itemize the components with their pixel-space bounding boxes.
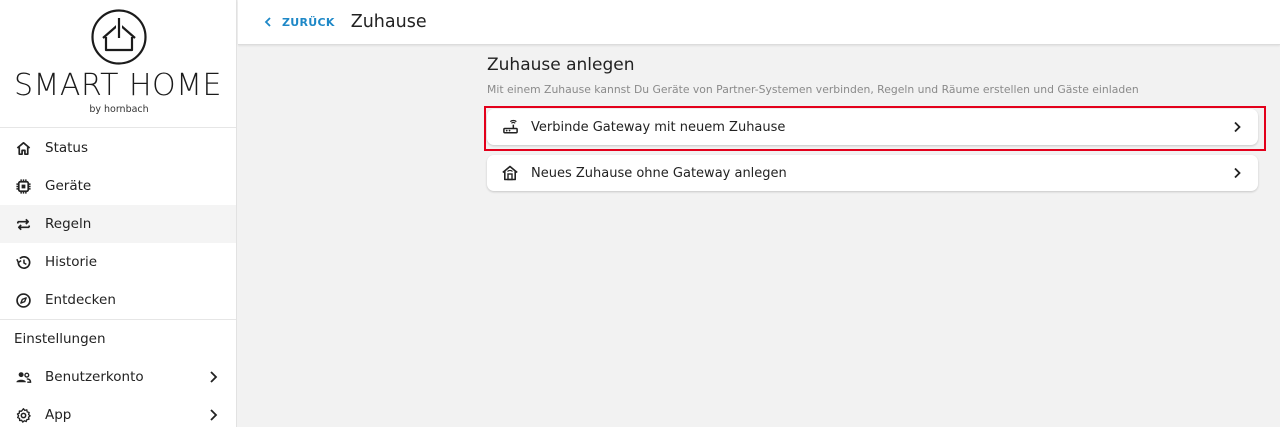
page-title: Zuhause (350, 12, 427, 32)
sidebar-item-app[interactable]: App (0, 396, 236, 427)
section-heading: Zuhause anlegen (487, 55, 635, 75)
sidebar-item-entdecken[interactable]: Entdecken (0, 281, 236, 319)
back-button[interactable]: ZURÜCK (264, 16, 335, 29)
option-label: Verbinde Gateway mit neuem Zuhause (531, 119, 786, 135)
house-icon (501, 164, 519, 182)
settings-section-title: Einstellungen (14, 331, 106, 347)
history-icon (14, 253, 32, 271)
brand-subtitle: by hornbach (89, 104, 149, 115)
router-icon (501, 118, 519, 136)
option-label: Neues Zuhause ohne Gateway anlegen (531, 165, 787, 181)
chevron-right-icon (1234, 121, 1241, 133)
compass-icon (14, 291, 32, 309)
swap-icon (14, 215, 32, 233)
sidebar-item-regeln[interactable]: Regeln (0, 205, 236, 243)
brand-name: SMART HOME (14, 68, 222, 103)
sidebar-item-status[interactable]: Status (0, 129, 236, 167)
sidebar-item-label: Historie (45, 254, 98, 270)
sidebar-item-label: Status (45, 140, 89, 156)
sidebar-item-label: Regeln (45, 216, 92, 232)
smart-home-logo-icon (91, 9, 147, 65)
chip-icon (14, 177, 32, 195)
home-icon (14, 139, 32, 157)
sidebar: SMART HOME by hornbach Status Geräte Reg… (0, 0, 237, 427)
sidebar-item-label: App (45, 407, 72, 423)
brand-logo[interactable]: SMART HOME by hornbach (0, 0, 236, 128)
chevron-left-icon (264, 17, 271, 27)
users-icon (14, 368, 32, 386)
chevron-right-icon (1234, 167, 1241, 179)
sidebar-item-label: Entdecken (45, 292, 116, 308)
connect-gateway-option[interactable]: Verbinde Gateway mit neuem Zuhause (484, 106, 1266, 151)
chevron-right-icon (208, 370, 218, 384)
gear-icon (14, 406, 32, 424)
main-content: Zuhause anlegen Mit einem Zuhause kannst… (484, 52, 1266, 191)
new-home-without-gateway-option[interactable]: Neues Zuhause ohne Gateway anlegen (487, 155, 1258, 191)
sidebar-item-geraete[interactable]: Geräte (0, 167, 236, 205)
sidebar-item-historie[interactable]: Historie (0, 243, 236, 281)
sidebar-item-benutzerkonto[interactable]: Benutzerkonto (0, 358, 236, 396)
back-button-label: ZURÜCK (282, 15, 335, 29)
section-description: Mit einem Zuhause kannst Du Geräte von P… (487, 83, 1139, 96)
sidebar-item-label: Benutzerkonto (45, 369, 144, 385)
sidebar-item-label: Geräte (45, 178, 92, 194)
chevron-right-icon (208, 408, 218, 422)
top-bar: ZURÜCK Zuhause (238, 0, 1280, 45)
